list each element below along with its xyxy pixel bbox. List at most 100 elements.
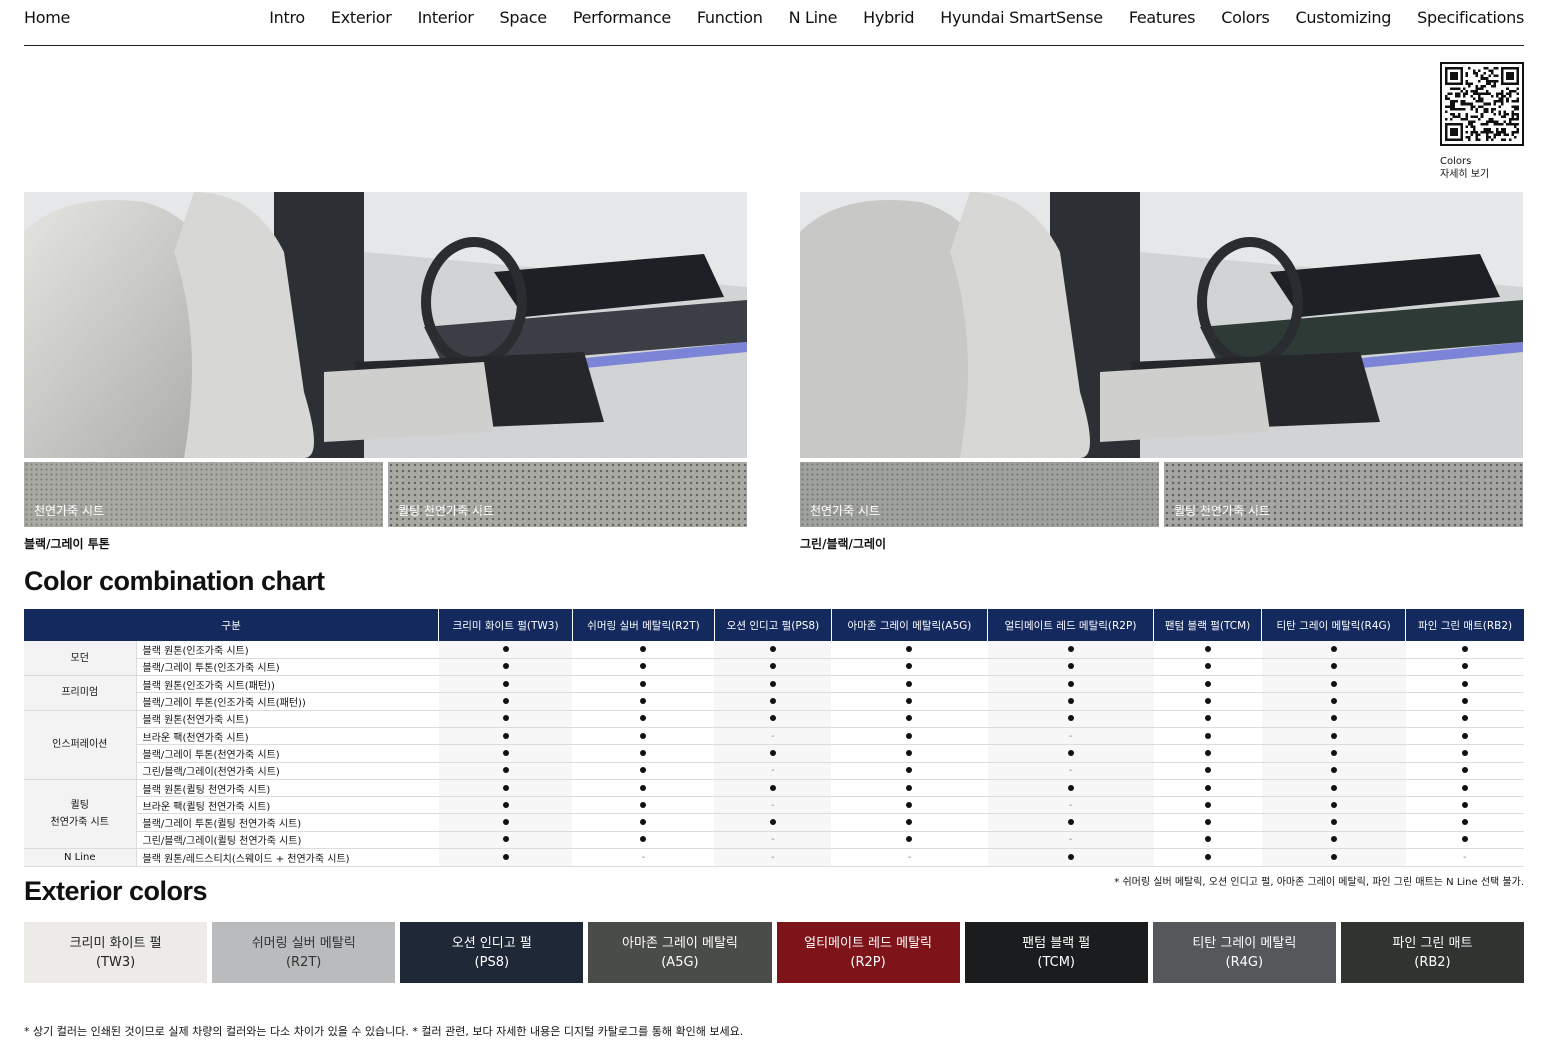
table-header-color: 아마존 그레이 메탈릭(A5G) bbox=[830, 609, 988, 641]
dot-icon bbox=[1330, 819, 1337, 826]
dot-icon bbox=[640, 663, 647, 670]
available-dot bbox=[831, 831, 988, 850]
table-header-color: 팬텀 블랙 펄(TCM) bbox=[1153, 609, 1262, 641]
available-dot bbox=[1261, 658, 1406, 677]
interior-combo-label: 블랙 원톤/레드스티치(스웨이드 + 천연가죽 시트) bbox=[136, 848, 439, 868]
dot-icon bbox=[1204, 645, 1211, 652]
nav-item-customizing[interactable]: Customizing bbox=[1296, 8, 1392, 27]
qr-code[interactable] bbox=[1440, 62, 1524, 146]
swatch-leather: 천연가죽 시트 bbox=[800, 462, 1159, 527]
available-dot bbox=[1153, 762, 1262, 780]
unavailable-dash: - bbox=[714, 831, 832, 850]
dot-icon bbox=[1330, 645, 1337, 652]
available-dot bbox=[1261, 813, 1406, 832]
dot-icon bbox=[769, 784, 776, 791]
exterior-color-swatch: 티탄 그레이 메탈릭 (R4G) bbox=[1152, 922, 1336, 983]
interior-combo-label: 그린/블랙/그레이(천연가죽 시트) bbox=[136, 762, 439, 780]
dot-icon bbox=[1204, 784, 1211, 791]
available-dot bbox=[987, 692, 1154, 711]
available-dot bbox=[1153, 831, 1262, 850]
available-dot bbox=[987, 641, 1154, 659]
unavailable-dash: - bbox=[987, 796, 1154, 815]
dash-icon: - bbox=[1463, 852, 1467, 864]
nav-item-specifications[interactable]: Specifications bbox=[1417, 8, 1524, 27]
dot-icon bbox=[906, 663, 913, 670]
swatch-leather: 천연가죽 시트 bbox=[24, 462, 383, 527]
dash-icon: - bbox=[771, 765, 775, 777]
available-dot bbox=[714, 658, 832, 677]
nav-home-link[interactable]: Home bbox=[24, 8, 70, 27]
exterior-color-code: (A5G) bbox=[661, 954, 699, 970]
table-row: 그린/블랙/그레이(천연가죽 시트) - - bbox=[24, 762, 1524, 780]
dot-icon bbox=[502, 784, 509, 791]
exterior-color-name: 얼티메이트 레드 메탈릭 bbox=[804, 935, 932, 951]
dot-icon bbox=[1461, 836, 1468, 843]
dot-icon bbox=[906, 784, 913, 791]
available-dot bbox=[438, 658, 573, 677]
dash-icon: - bbox=[1068, 730, 1073, 742]
dot-icon bbox=[502, 836, 509, 843]
dot-icon bbox=[1330, 801, 1337, 808]
nav-item-interior[interactable]: Interior bbox=[418, 8, 474, 27]
nav-item-colors[interactable]: Colors bbox=[1221, 8, 1270, 27]
footnote: * 상기 컬러는 인쇄된 것이므로 실제 차량의 컬러와는 다소 차이가 있을 … bbox=[24, 1025, 744, 1038]
nav-menu: Intro Exterior Interior Space Performance Fun… bbox=[243, 8, 1524, 27]
nav-item-space[interactable]: Space bbox=[500, 8, 548, 27]
dot-icon bbox=[502, 732, 509, 739]
nav-item-hyundai-smartsense[interactable]: Hyundai SmartSense bbox=[940, 8, 1103, 27]
unavailable-dash: - bbox=[714, 762, 832, 780]
dash-icon: - bbox=[1068, 799, 1073, 811]
nav-item-n-line[interactable]: N Line bbox=[789, 8, 838, 27]
dot-icon bbox=[1330, 698, 1337, 705]
qr-caption-sub: 자세히 보기 bbox=[1440, 169, 1490, 180]
available-dot bbox=[714, 779, 832, 798]
dot-icon bbox=[1461, 801, 1468, 808]
dot-icon bbox=[640, 801, 647, 808]
dot-icon bbox=[906, 836, 913, 843]
interior-combo-label: 브라운 팩(천연가죽 시트) bbox=[136, 727, 439, 746]
dot-icon bbox=[1461, 749, 1468, 756]
nav-item-features[interactable]: Features bbox=[1129, 8, 1196, 27]
interior-combo-label: 블랙/그레이 투톤(퀼팅 천연가죽 시트) bbox=[136, 813, 439, 832]
available-dot bbox=[572, 675, 715, 694]
dot-icon bbox=[1330, 749, 1337, 756]
available-dot bbox=[831, 779, 988, 798]
dot-icon bbox=[1204, 715, 1211, 722]
available-dot bbox=[572, 813, 715, 832]
available-dot bbox=[1153, 658, 1262, 677]
dot-icon bbox=[906, 698, 913, 705]
exterior-color-list: 크리미 화이트 펄 (TW3) 쉬머링 실버 메탈릭 (R2T) 오션 인디고 펄 (PS… bbox=[24, 922, 1524, 983]
available-dot bbox=[831, 641, 988, 659]
interior-option-2: 천연가죽 시트 퀼팅 천연가죽 시트 그린/블랙/그레이 bbox=[800, 192, 1523, 552]
exterior-color-name: 크리미 화이트 펄 bbox=[69, 935, 162, 951]
available-dot bbox=[1405, 710, 1524, 728]
available-dot bbox=[1261, 692, 1406, 711]
available-dot bbox=[572, 692, 715, 711]
available-dot bbox=[572, 710, 715, 728]
dot-icon bbox=[906, 680, 913, 687]
available-dot bbox=[438, 779, 573, 798]
dot-icon bbox=[1204, 732, 1211, 739]
exterior-color-code: (R4G) bbox=[1225, 954, 1264, 970]
dot-icon bbox=[906, 749, 913, 756]
table-header-color: 티탄 그레이 메탈릭(R4G) bbox=[1261, 609, 1406, 641]
available-dot bbox=[714, 744, 832, 763]
exterior-color-name: 팬텀 블랙 펄 bbox=[1022, 935, 1091, 951]
nav-item-exterior[interactable]: Exterior bbox=[331, 8, 392, 27]
nav-item-intro[interactable]: Intro bbox=[269, 8, 305, 27]
dot-icon bbox=[640, 680, 647, 687]
nav-item-performance[interactable]: Performance bbox=[573, 8, 671, 27]
nav-item-hybrid[interactable]: Hybrid bbox=[863, 8, 914, 27]
dot-icon bbox=[1330, 784, 1337, 791]
table-row: 블랙/그레이 투톤(퀼팅 천연가죽 시트) bbox=[24, 813, 1524, 832]
dot-icon bbox=[640, 819, 647, 826]
exterior-color-code: (TCM) bbox=[1037, 954, 1075, 970]
nav-item-function[interactable]: Function bbox=[697, 8, 763, 27]
dot-icon bbox=[502, 819, 509, 826]
trim-group-label: 프리미엄 bbox=[24, 675, 137, 711]
table-note: * 쉬머링 실버 메탈릭, 오션 인디고 펄, 아마존 그레이 메탈릭, 파인 … bbox=[1114, 877, 1524, 888]
available-dot bbox=[831, 692, 988, 711]
exterior-color-swatch: 크리미 화이트 펄 (TW3) bbox=[24, 922, 208, 983]
dot-icon bbox=[1067, 698, 1074, 705]
dash-icon: - bbox=[771, 834, 775, 846]
